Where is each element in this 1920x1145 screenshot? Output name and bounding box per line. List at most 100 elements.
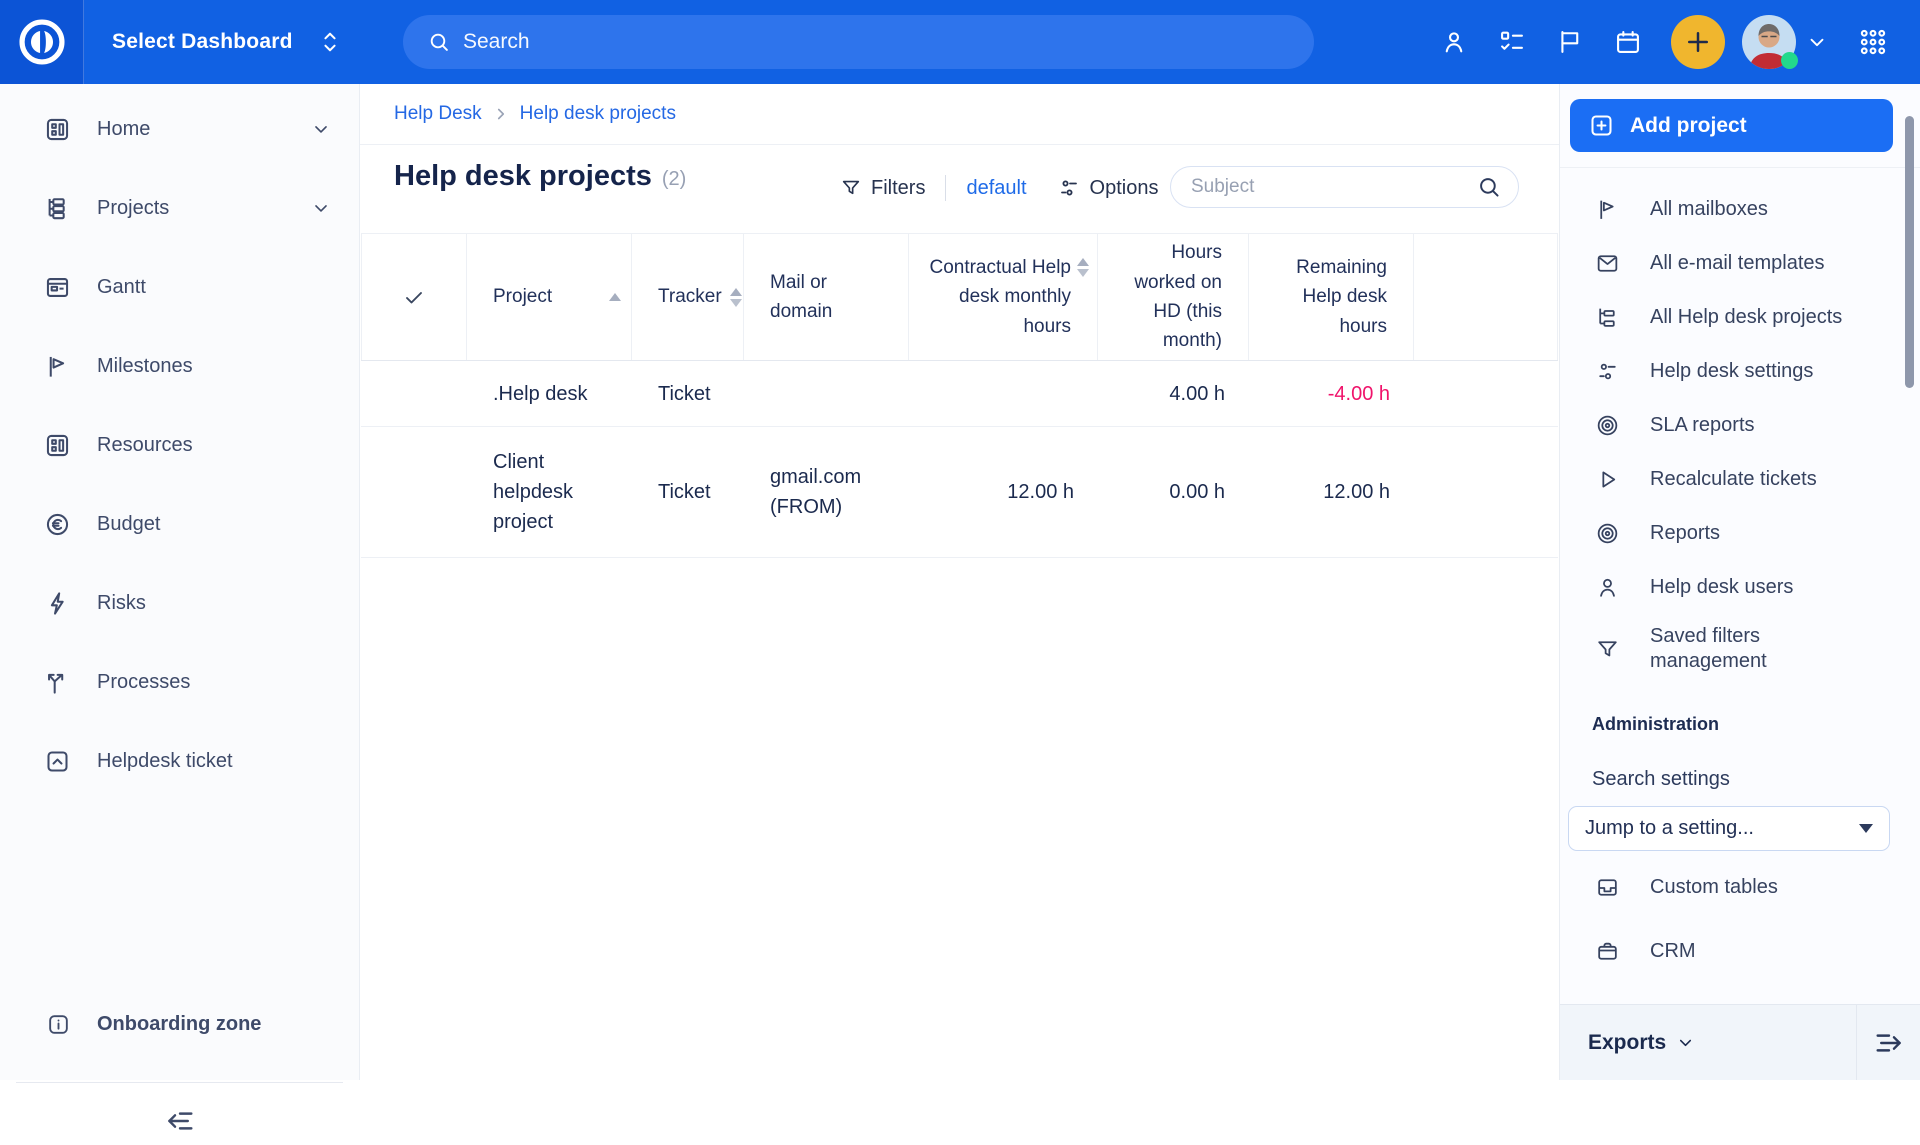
administration-heading: Administration	[1592, 714, 1719, 735]
global-search-input[interactable]	[463, 30, 1290, 54]
sidebar-item-processes[interactable]: Processes	[0, 654, 359, 710]
sidebar-item-resources[interactable]: Resources	[0, 417, 359, 473]
sidebar-item-helpdesk-ticket[interactable]: Helpdesk ticket	[0, 733, 359, 789]
mailbox-flag-icon	[1595, 197, 1620, 222]
select-all-header[interactable]	[361, 234, 467, 360]
briefcase-icon	[1595, 939, 1620, 964]
quick-add-button[interactable]	[1671, 15, 1725, 69]
row-select-cell[interactable]	[361, 427, 467, 557]
breadcrumb-current[interactable]: Help desk projects	[520, 103, 676, 125]
column-header-tracker[interactable]: Tracker	[632, 234, 744, 360]
check-icon	[402, 285, 426, 309]
column-header-contractual-hours[interactable]: Contractual Help desk monthly hours	[909, 234, 1098, 360]
hours-worked-cell: 0.00 h	[1098, 427, 1249, 557]
sidebar-item-gantt[interactable]: Gantt	[0, 259, 359, 315]
panel-item-crm[interactable]: CRM	[1560, 924, 1900, 978]
panel-item-help-desk-settings[interactable]: Help desk settings	[1560, 344, 1900, 398]
split-icon	[44, 669, 71, 696]
project-cell[interactable]: .Help desk	[467, 361, 632, 426]
milestone-flag-icon	[44, 353, 71, 380]
table-header-row: Project Tracker Mail or domain Contractu…	[361, 233, 1558, 361]
logo-icon	[16, 16, 68, 68]
sidebar-item-label: Projects	[97, 197, 285, 220]
column-header-hours-worked[interactable]: Hours worked on HD (this month)	[1098, 234, 1249, 360]
tracker-cell: Ticket	[632, 361, 744, 426]
exports-button[interactable]: Exports	[1560, 1005, 1857, 1080]
search-icon[interactable]	[1476, 174, 1502, 200]
table-row[interactable]: Client helpdesk project Ticket gmail.com…	[361, 427, 1558, 558]
remaining-hours-cell: -4.00 h	[1249, 361, 1414, 426]
sidebar-item-label: Helpdesk ticket	[97, 750, 331, 773]
panel-item-help-desk-users[interactable]: Help desk users	[1560, 560, 1900, 614]
collapse-sidebar-button[interactable]	[152, 1097, 208, 1145]
jump-to-setting-select[interactable]: Jump to a setting...	[1568, 806, 1890, 851]
chevron-down-icon[interactable]	[311, 198, 331, 218]
apps-grid-button[interactable]	[1844, 13, 1902, 71]
panel-item-all-help-desk-projects[interactable]: All Help desk projects	[1560, 290, 1900, 344]
add-project-label: Add project	[1630, 114, 1747, 138]
expand-updown-icon	[319, 29, 341, 55]
sidebar: Home Projects Gantt	[0, 84, 360, 1080]
table-row[interactable]: .Help desk Ticket 4.00 h -4.00 h	[361, 361, 1558, 427]
sidebar-item-onboarding-zone[interactable]: Onboarding zone	[0, 996, 359, 1052]
apps-grid-icon	[1858, 27, 1888, 57]
options-button[interactable]: Options	[1057, 176, 1159, 200]
calendar-button[interactable]	[1599, 13, 1657, 71]
dashboard-selector[interactable]: Select Dashboard	[112, 29, 341, 55]
chevron-down-icon[interactable]	[1806, 31, 1828, 53]
subject-search-input[interactable]	[1191, 176, 1476, 198]
dashboard-icon	[44, 432, 71, 459]
panel-item-all-mailboxes[interactable]: All mailboxes	[1560, 182, 1900, 236]
collapse-panel-button[interactable]	[1857, 1005, 1920, 1080]
chevron-down-icon[interactable]	[311, 119, 331, 139]
sidebar-item-label: Milestones	[97, 355, 331, 378]
panel-scrollbar-thumb[interactable]	[1905, 116, 1914, 388]
tasks-button[interactable]	[1483, 13, 1541, 71]
subject-search[interactable]	[1170, 166, 1519, 208]
global-search[interactable]	[403, 15, 1314, 69]
sidebar-item-projects[interactable]: Projects	[0, 180, 359, 236]
panel-item-reports[interactable]: Reports	[1560, 506, 1900, 560]
sidebar-item-budget[interactable]: Budget	[0, 496, 359, 552]
sidebar-item-label: Budget	[97, 513, 331, 536]
saved-filter-default-link[interactable]: default	[966, 177, 1026, 200]
projects-table: Project Tracker Mail or domain Contractu…	[361, 233, 1558, 558]
topbar-actions	[1425, 0, 1920, 84]
mail-or-domain-cell: gmail.com (FROM)	[744, 427, 909, 557]
app-logo[interactable]	[0, 0, 84, 84]
column-header-project[interactable]: Project	[467, 234, 632, 360]
sidebar-item-label: Processes	[97, 671, 331, 694]
panel-item-all-email-templates[interactable]: All e-mail templates	[1560, 236, 1900, 290]
row-select-cell[interactable]	[361, 361, 467, 426]
sidebar-item-milestones[interactable]: Milestones	[0, 338, 359, 394]
target-icon	[1595, 413, 1620, 438]
target-icon	[1595, 521, 1620, 546]
column-header-mail-or-domain[interactable]: Mail or domain	[744, 234, 909, 360]
sort-both-icon	[730, 288, 742, 307]
chevron-right-icon	[492, 105, 510, 123]
breadcrumb: Help Desk Help desk projects	[360, 84, 1559, 145]
add-project-button[interactable]: Add project	[1570, 99, 1893, 152]
projects-tree-icon	[1595, 305, 1620, 330]
filters-button[interactable]: Filters	[840, 177, 925, 200]
column-header-remaining-hours[interactable]: Remaining Help desk hours	[1249, 234, 1414, 360]
user-avatar[interactable]	[1742, 15, 1796, 69]
bolt-icon	[44, 590, 71, 617]
panel-item-recalculate-tickets[interactable]: Recalculate tickets	[1560, 452, 1900, 506]
panel-item-sla-reports[interactable]: SLA reports	[1560, 398, 1900, 452]
actions-cell	[1414, 427, 1558, 557]
panel-item-saved-filters-management[interactable]: Saved filters management	[1560, 614, 1900, 684]
sort-both-icon	[1077, 258, 1089, 277]
project-cell[interactable]: Client helpdesk project	[467, 427, 632, 557]
breadcrumb-link-help-desk[interactable]: Help Desk	[394, 103, 482, 125]
user-button[interactable]	[1425, 13, 1483, 71]
flag-button[interactable]	[1541, 13, 1599, 71]
sidebar-item-home[interactable]: Home	[0, 101, 359, 157]
page-title-row: Help desk projects (2)	[394, 160, 686, 212]
sidebar-item-risks[interactable]: Risks	[0, 575, 359, 631]
panel-item-custom-tables[interactable]: Custom tables	[1560, 860, 1900, 914]
funnel-icon	[840, 177, 862, 199]
dashboard-selector-label: Select Dashboard	[112, 30, 293, 54]
dashboard-icon	[44, 116, 71, 143]
sidebar-item-label: Resources	[97, 434, 331, 457]
